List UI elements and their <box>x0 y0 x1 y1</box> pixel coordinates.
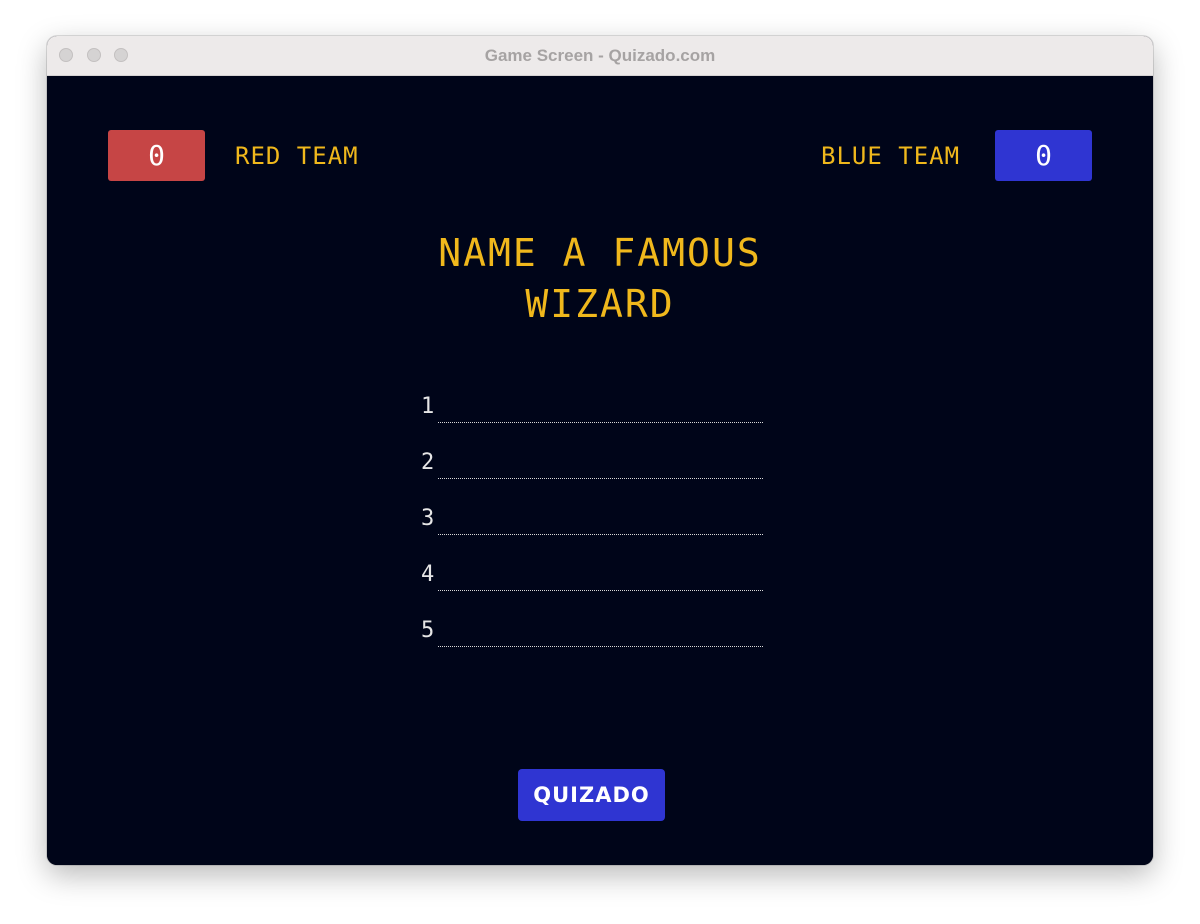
title-bar: Game Screen - Quizado.com <box>47 36 1153 76</box>
question-line-2: WIZARD <box>525 282 675 326</box>
answer-board: 1 2 3 4 5 <box>421 394 765 674</box>
answer-number: 5 <box>421 618 435 643</box>
red-team-label: RED TEAM <box>235 142 359 170</box>
window-title: Game Screen - Quizado.com <box>484 46 716 65</box>
blue-team-score: 0 <box>995 130 1092 181</box>
red-team-score: 0 <box>108 130 205 181</box>
game-stage: 0 RED TEAM BLUE TEAM 0 NAME A FAMOUS WIZ… <box>47 76 1153 865</box>
blue-team-label: BLUE TEAM <box>821 142 961 170</box>
app-window: Game Screen - Quizado.com 0 RED TEAM BLU… <box>47 36 1153 865</box>
answer-underline <box>438 422 763 423</box>
answer-underline <box>438 478 763 479</box>
answer-slot: 3 <box>421 506 765 562</box>
answer-underline <box>438 534 763 535</box>
quizado-logo-button[interactable]: QUIZADO <box>518 769 665 821</box>
answer-slot: 1 <box>421 394 765 450</box>
answer-underline <box>438 646 763 647</box>
question-text: NAME A FAMOUS WIZARD <box>47 228 1153 330</box>
quizado-logo: QUIZADO <box>533 783 650 807</box>
answer-slot: 4 <box>421 562 765 618</box>
question-line-1: NAME A FAMOUS <box>438 231 762 275</box>
answer-underline <box>438 590 763 591</box>
answer-slot: 2 <box>421 450 765 506</box>
answer-number: 2 <box>421 450 435 475</box>
answer-number: 1 <box>421 394 435 419</box>
answer-slot: 5 <box>421 618 765 674</box>
answer-number: 3 <box>421 506 435 531</box>
answer-number: 4 <box>421 562 435 587</box>
